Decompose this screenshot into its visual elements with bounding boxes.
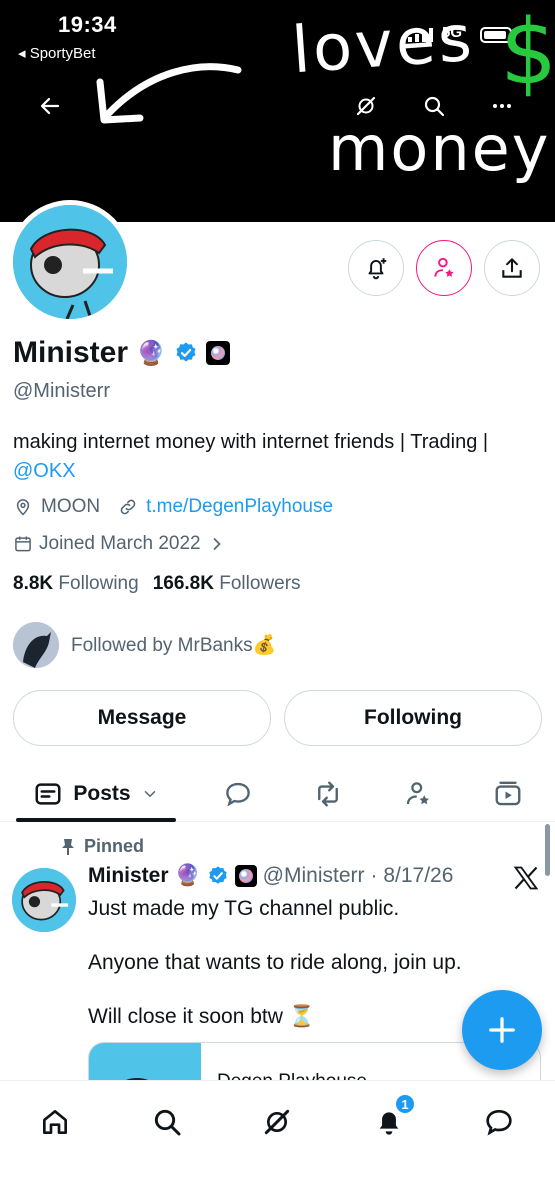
reply-bubble-icon	[226, 782, 250, 807]
tab-subscriptions[interactable]	[392, 766, 444, 822]
bio-text: making internet money with internet frie…	[13, 431, 489, 453]
verified-badge-icon	[208, 866, 227, 884]
tweet-author-avatar[interactable]	[12, 868, 76, 932]
more-dots-icon	[493, 104, 511, 108]
search-icon	[424, 96, 445, 117]
profile-website-link[interactable]: t.me/DegenPlayhouse	[146, 496, 333, 518]
back-to-app-link[interactable]: ◂ SportyBet	[18, 44, 96, 62]
grok-icon	[264, 1109, 290, 1135]
profile-bio: making internet money with internet frie…	[13, 428, 543, 486]
following-button[interactable]: Following	[284, 690, 542, 746]
profile-name-row: Minister 🔮	[13, 336, 230, 370]
subscribe-button[interactable]	[416, 240, 472, 296]
following-stat[interactable]: 8.8K Following	[13, 573, 139, 595]
profile-handle: @Ministerr	[13, 380, 110, 402]
location-pin-icon	[16, 499, 30, 516]
affiliate-badge-icon[interactable]	[205, 341, 230, 365]
crystal-ball-emoji: 🔮	[136, 339, 166, 367]
profile-banner[interactable]: 19:34 ◂ SportyBet 5G loves money $	[0, 0, 555, 222]
pinned-label-row: Pinned	[60, 836, 144, 857]
joined-row[interactable]: Joined March 2022	[13, 533, 227, 555]
nav-notifications[interactable]: 1	[364, 1093, 416, 1147]
home-icon	[43, 1110, 67, 1134]
notify-button[interactable]	[348, 240, 404, 296]
nav-home[interactable]	[30, 1097, 80, 1147]
x-logo-icon	[513, 866, 539, 890]
bio-mention-link[interactable]: @OKX	[13, 460, 76, 482]
search-button[interactable]	[412, 84, 456, 128]
grok-icon	[356, 96, 376, 116]
person-star-icon	[406, 782, 429, 805]
tweet-header: Minister 🔮 @Ministerr · 8/17/26	[88, 864, 453, 888]
tweet-author-name[interactable]: Minister	[88, 864, 169, 888]
share-icon	[502, 258, 522, 278]
compose-post-button[interactable]	[462, 990, 542, 1070]
tweet-author-handle: @Ministerr	[262, 864, 365, 887]
tab-media[interactable]	[482, 766, 534, 822]
nav-grok[interactable]	[252, 1097, 302, 1147]
tab-reposts[interactable]	[302, 766, 354, 822]
status-time: 19:34	[58, 12, 117, 37]
affiliate-badge-icon	[234, 865, 257, 887]
tweet-line-1: Just made my TG channel public.	[88, 897, 400, 920]
bottom-navigation: 1	[0, 1080, 555, 1200]
pin-icon	[62, 838, 74, 855]
repost-icon	[318, 781, 338, 807]
message-bubble-icon	[486, 1109, 512, 1136]
posts-icon	[35, 783, 61, 805]
tab-posts[interactable]: Posts	[16, 766, 176, 822]
link-icon	[120, 499, 136, 515]
nav-search[interactable]	[142, 1097, 192, 1147]
tab-replies[interactable]	[212, 766, 264, 822]
video-icon	[495, 781, 521, 806]
banner-word-loves: loves	[289, 1, 477, 89]
avatar-illustration	[13, 205, 127, 319]
nav-messages[interactable]	[474, 1097, 524, 1147]
more-options-button[interactable]	[480, 84, 524, 128]
pinned-label: Pinned	[84, 836, 145, 856]
scrollbar[interactable]	[545, 824, 550, 876]
message-button[interactable]: Message	[13, 690, 271, 746]
tweet-author-emoji: 🔮	[174, 864, 201, 887]
back-button[interactable]	[28, 84, 72, 128]
drawn-arrow-icon	[96, 63, 242, 124]
profile-joined-date: Joined March 2022	[39, 533, 201, 554]
profile-display-name: Minister	[13, 336, 129, 369]
notification-count-badge: 1	[394, 1093, 416, 1115]
tweet-date: · 8/17/26	[370, 864, 454, 887]
follower-avatar	[13, 622, 59, 668]
follow-stats: 8.8K Following 166.8K Followers	[13, 573, 301, 595]
active-tab-indicator	[16, 818, 176, 822]
profile-location: MOON	[41, 496, 101, 517]
avatar	[13, 205, 127, 319]
person-star-icon	[434, 257, 454, 277]
tweet-line-2: Anyone that wants to ride along, join up…	[88, 951, 462, 974]
followed-by-row[interactable]: Followed by MrBanks💰	[13, 622, 276, 668]
share-button[interactable]	[484, 240, 540, 296]
chevron-down-icon	[144, 791, 155, 798]
verified-badge-icon[interactable]	[174, 341, 198, 365]
profile-meta-row: MOON t.me/DegenPlayhouse	[13, 496, 333, 518]
followers-stat[interactable]: 166.8K Followers	[153, 573, 301, 595]
profile-avatar[interactable]	[8, 200, 132, 324]
plus-icon	[489, 1017, 515, 1043]
arrow-left-icon	[40, 97, 60, 115]
search-icon	[154, 1109, 181, 1136]
bell-plus-icon	[368, 258, 387, 280]
profile-tabs: Posts	[0, 766, 555, 822]
chevron-right-icon	[213, 538, 221, 550]
grok-button[interactable]	[344, 84, 388, 128]
calendar-icon	[15, 536, 31, 552]
tab-posts-label: Posts	[73, 782, 131, 805]
followed-by-text: Followed by MrBanks💰	[71, 635, 277, 656]
